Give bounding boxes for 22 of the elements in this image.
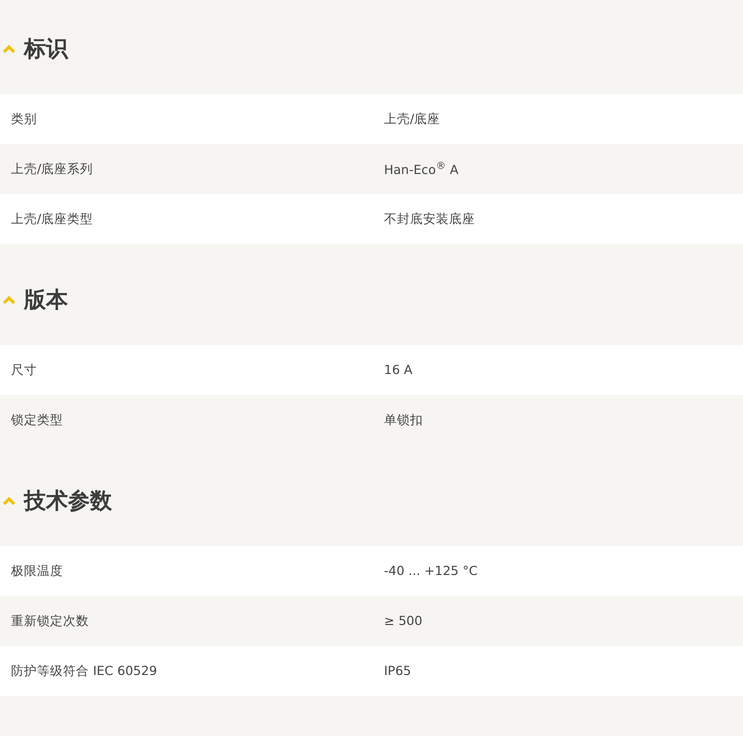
property-label: 上壳/底座类型	[11, 210, 94, 228]
section-title: 标识	[24, 36, 68, 64]
property-value: 不封底安装底座	[384, 210, 476, 228]
section-title: 版本	[24, 287, 68, 315]
property-label: 锁定类型	[11, 411, 64, 429]
property-value: IP65	[384, 662, 412, 680]
property-value: Han-Eco$^{®}$ A	[384, 160, 460, 180]
property-value: 上壳/底座	[384, 110, 442, 128]
property-label: 极限温度	[11, 562, 64, 580]
chevron-icon[interactable]	[2, 295, 16, 305]
property-label: 重新锁定次数	[11, 612, 90, 630]
chevron-icon[interactable]	[2, 44, 16, 54]
property-label: 类别	[11, 110, 38, 128]
property-value: 16 A	[384, 361, 414, 379]
property-label: 防护等级符合 IEC 60529	[11, 662, 158, 680]
property-value: -40 ... +125 °C	[384, 562, 479, 580]
property-label: 尺寸	[11, 361, 38, 379]
chevron-icon[interactable]	[2, 496, 16, 506]
section-title: 技术参数	[24, 488, 112, 516]
property-value: 单锁扣	[384, 411, 424, 429]
property-label: 上壳/底座系列	[11, 160, 94, 178]
property-value: ≥ 500	[384, 612, 424, 630]
